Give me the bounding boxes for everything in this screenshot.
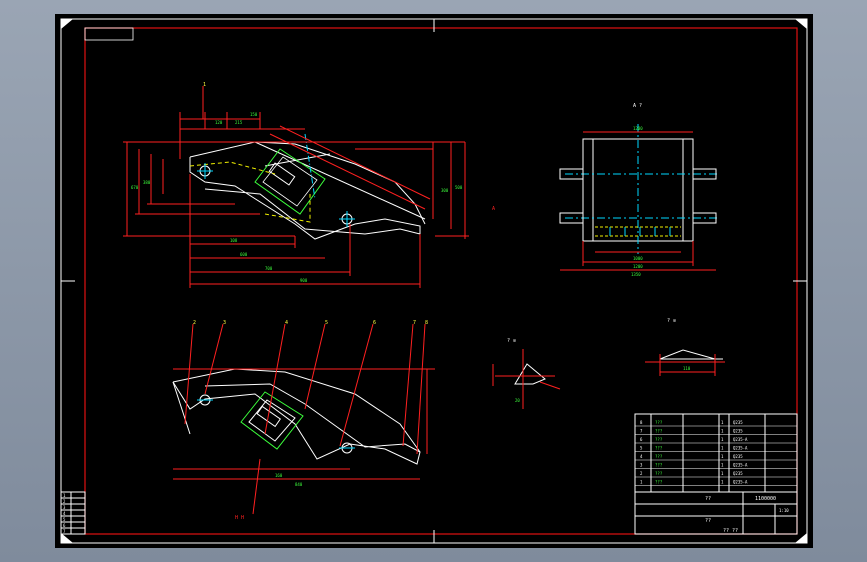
bom-cell-n: 1: [640, 480, 643, 485]
svg-text:600: 600: [240, 252, 248, 257]
drawing-number: 1100000: [755, 496, 776, 502]
revision-number: 2: [63, 499, 66, 504]
svg-text:1000: 1000: [633, 256, 643, 261]
bom-cell-qty: 1: [721, 420, 724, 425]
svg-text:1200: 1200: [633, 264, 643, 269]
bom-cell-mat: Q235: [733, 471, 743, 476]
drawing-scale: 1:10: [779, 508, 789, 513]
corner-mark-tl: [61, 19, 73, 29]
top-left-view: 1 120 215 150 108 600 700 900 500 300 67…: [123, 82, 495, 288]
title-footer: ?? ??: [723, 528, 738, 534]
detail-label-2: ? ⊙: [667, 318, 676, 324]
part-number-7: 7: [413, 320, 416, 326]
svg-text:150: 150: [250, 112, 258, 117]
bom-cell-mat: Q235-A: [733, 437, 748, 442]
bom-cell-n: 7: [640, 429, 643, 434]
bom-cell-mat: Q235-A: [733, 446, 748, 451]
revision-number: 1: [63, 493, 66, 498]
svg-text:1350: 1350: [631, 272, 641, 277]
revision-number: 5: [63, 517, 66, 522]
section-label-h: H H: [235, 515, 244, 521]
view-label-a: A ?: [633, 103, 642, 109]
svg-text:300: 300: [441, 188, 449, 193]
part-number-3: 3: [223, 320, 226, 326]
bom-cell-qty: 1: [721, 429, 724, 434]
top-right-view: A ? 1200 1000 1200 1350: [559, 103, 720, 277]
bom-cell-mat: Q235-A: [733, 463, 748, 468]
dim-110: 110: [683, 366, 691, 371]
dim-20: 20: [515, 398, 520, 403]
part-number-5: 5: [325, 320, 328, 326]
bom-cell-mat: Q235: [733, 454, 743, 459]
bom-cell-name: ???: [655, 471, 663, 476]
bom-cell-qty: 1: [721, 454, 724, 459]
svg-text:160: 160: [275, 473, 283, 478]
bom-cell-n: 3: [640, 463, 643, 468]
revision-number: 3: [63, 505, 66, 510]
svg-text:215: 215: [235, 120, 243, 125]
svg-text:840: 840: [295, 482, 303, 487]
bom-cell-name: ???: [655, 480, 663, 485]
bom-cell-name: ???: [655, 463, 663, 468]
svg-text:500: 500: [455, 185, 463, 190]
part-number-2: 2: [193, 320, 196, 326]
bom-cell-n: 4: [640, 454, 643, 459]
bom-cell-name: ???: [655, 429, 663, 434]
detail-view-2: ? ⊙ 110: [645, 318, 725, 376]
part-number-6: 6: [373, 320, 376, 326]
revision-number: 4: [63, 511, 66, 516]
part-number-4: 4: [285, 320, 288, 326]
bom-cell-mat: Q235: [733, 420, 743, 425]
bom-cell-n: 5: [640, 446, 643, 451]
bom-rows: 8??? 1 Q235 7??? 1 Q235 6??? 1 Q235-A 5??? 1 Q235-A…: [635, 420, 797, 486]
svg-text:120: 120: [215, 120, 223, 125]
drawing-border: [84, 27, 798, 535]
detail-label-1: ? ⊙: [507, 338, 516, 344]
bom-cell-mat: Q235: [733, 429, 743, 434]
corner-box: [84, 27, 134, 41]
bom-cell-name: ???: [655, 437, 663, 442]
svg-text:700: 700: [265, 266, 273, 271]
svg-text:380: 380: [143, 180, 151, 185]
svg-text:670: 670: [131, 185, 139, 190]
cad-viewport[interactable]: 1 120 215 150 108 600 700 900 500 300 67…: [0, 0, 867, 562]
bom-cell-n: 2: [640, 471, 643, 476]
bom-cell-qty: 1: [721, 463, 724, 468]
bom-cell-n: 6: [640, 437, 643, 442]
bom-cell-name: ???: [655, 420, 663, 425]
detail-view-1: ? ⊙ 20: [492, 338, 561, 409]
bom-cell-name: ???: [655, 446, 663, 451]
bottom-left-view: 2 3 4 5 6 7 8 H H 160 840: [172, 320, 435, 521]
svg-text:108: 108: [230, 238, 238, 243]
svg-text:900: 900: [300, 278, 308, 283]
bom-cell-mat: Q235-A: [733, 480, 748, 485]
bom-cell-n: 8: [640, 420, 643, 425]
title-name: ??: [705, 518, 711, 524]
sheet-frame: [60, 18, 808, 544]
cad-drawing: 1 120 215 150 108 600 700 900 500 300 67…: [60, 18, 808, 544]
sheet-label: ??: [705, 496, 711, 502]
revision-number: 7: [63, 529, 66, 534]
svg-text:1200: 1200: [633, 126, 643, 131]
part-number-1: 1: [203, 82, 206, 88]
bom-cell-qty: 1: [721, 471, 724, 476]
drawing-sheet[interactable]: 1 120 215 150 108 600 700 900 500 300 67…: [55, 14, 813, 548]
bom-cell-qty: 1: [721, 437, 724, 442]
part-number-8: 8: [425, 320, 428, 326]
bom-cell-qty: 1: [721, 480, 724, 485]
bom-cell-name: ???: [655, 454, 663, 459]
bom-cell-qty: 1: [721, 446, 724, 451]
svg-text:A: A: [492, 206, 495, 212]
revision-number: 6: [63, 523, 66, 528]
